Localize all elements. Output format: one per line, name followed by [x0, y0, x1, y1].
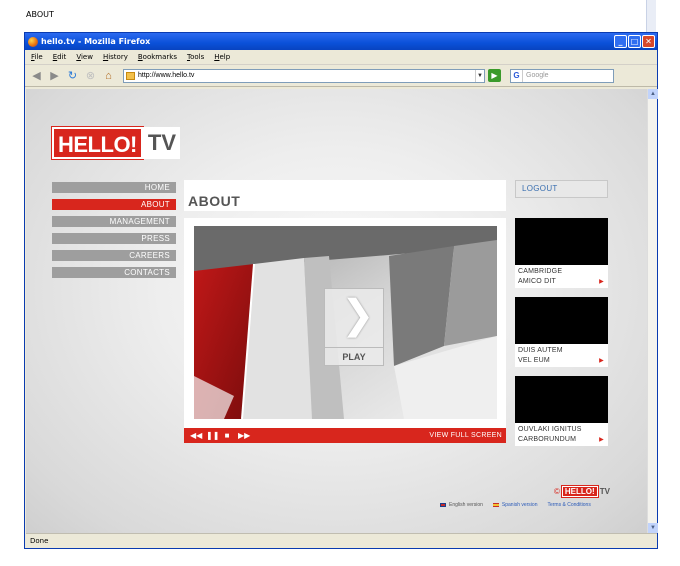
status-bar: Done — [26, 533, 657, 548]
url-dropdown-icon[interactable]: ▼ — [475, 69, 484, 82]
footer-logo-hello: HELLO! — [560, 485, 599, 498]
thumbnail-title-line2: AMICO DIT — [518, 278, 556, 285]
scroll-down-icon[interactable]: ▼ — [648, 523, 658, 533]
home-icon[interactable]: ⌂ — [101, 68, 116, 83]
reload-icon[interactable]: ↻ — [65, 68, 80, 83]
vertical-scrollbar[interactable]: ▲ ▼ — [647, 89, 658, 533]
video-thumbnail[interactable]: OUVLAKI IGNITUS CARBORUNDUM ▶ — [515, 376, 608, 446]
page-heading: ABOUT — [26, 10, 54, 19]
english-version-label: English version — [449, 502, 483, 508]
rewind-icon[interactable]: ◀◀ — [190, 431, 202, 441]
uk-flag-icon — [440, 502, 446, 507]
google-icon[interactable]: G — [511, 69, 523, 82]
fast-forward-icon[interactable]: ▶▶ — [238, 431, 250, 441]
menu-help[interactable]: Help — [214, 53, 230, 61]
forward-icon[interactable]: ▶ — [47, 68, 62, 83]
stop-playback-icon[interactable]: ■ — [222, 431, 232, 441]
footer-logo-tv: TV — [599, 487, 610, 496]
nav-item-contacts[interactable]: CONTACTS — [52, 267, 176, 278]
pause-icon[interactable]: ❚❚ — [206, 431, 219, 441]
thumbnail-image — [515, 218, 608, 265]
go-button[interactable]: ▶ — [488, 69, 501, 82]
footer-logo: © HELLO! TV — [554, 485, 610, 498]
close-button[interactable]: ✕ — [642, 35, 655, 48]
stop-icon[interactable]: ⊗ — [83, 68, 98, 83]
page-favicon-icon — [126, 71, 135, 80]
video-player: ❯ PLAY ◀◀ ❚❚ ■ ▶▶ VIEW FULL SCREEN — [184, 218, 506, 443]
address-bar[interactable]: http://www.hello.tv ▼ — [123, 68, 485, 83]
nav-item-home[interactable]: HOME — [52, 182, 176, 193]
logout-button[interactable]: LOGOUT — [515, 180, 608, 198]
url-text: http://www.hello.tv — [138, 72, 195, 79]
nav-item-about[interactable]: ABOUT — [52, 199, 176, 210]
player-controls: ◀◀ ❚❚ ■ ▶▶ VIEW FULL SCREEN — [184, 428, 506, 443]
play-button[interactable]: ❯ PLAY — [324, 288, 384, 366]
navigation-toolbar: ◀ ▶ ↻ ⊗ ⌂ http://www.hello.tv ▼ ▶ G Goog… — [25, 65, 657, 87]
thumbnail-title-line1: OUVLAKI IGNITUS — [518, 426, 582, 433]
thumbnail-title-line1: DUIS AUTEM — [518, 347, 563, 354]
thumbnail-title-line1: CAMBRIDGE — [518, 268, 563, 275]
arrow-right-icon[interactable]: ▶ — [599, 356, 604, 366]
menu-view[interactable]: View — [76, 53, 93, 61]
thumbnail-image — [515, 376, 608, 423]
status-text: Done — [30, 537, 49, 545]
section-title: ABOUT — [188, 193, 241, 209]
main-nav: HOME ABOUT MANAGEMENT PRESS CAREERS CONT… — [52, 182, 176, 284]
page-viewport: HELLO! TV HOME ABOUT MANAGEMENT PRESS CA… — [26, 89, 647, 533]
nav-item-press[interactable]: PRESS — [52, 233, 176, 244]
video-thumbnail[interactable]: CAMBRIDGE AMICO DIT ▶ — [515, 218, 608, 288]
nav-item-management[interactable]: MANAGEMENT — [52, 216, 176, 227]
search-placeholder: Google — [526, 72, 549, 79]
spanish-version-label: Spanish version — [501, 502, 538, 508]
menu-file[interactable]: File — [31, 53, 43, 61]
play-chevron-icon: ❯ — [341, 293, 375, 337]
maximize-button[interactable]: □ — [628, 35, 641, 48]
nav-item-careers[interactable]: CAREERS — [52, 250, 176, 261]
thumbnail-title-line2: VEL EUM — [518, 357, 550, 364]
search-input[interactable]: G Google — [510, 68, 614, 83]
thumbnail-title-line2: CARBORUNDUM — [518, 436, 577, 443]
firefox-icon — [28, 36, 38, 47]
copyright-symbol: © — [554, 487, 560, 496]
menu-bookmarks[interactable]: Bookmarks — [138, 53, 177, 61]
menu-tools[interactable]: Tools — [187, 53, 204, 61]
video-frame[interactable]: ❯ PLAY — [194, 226, 497, 419]
browser-window: hello.tv - Mozilla Firefox _ □ ✕ File Ed… — [24, 32, 658, 549]
title-bar: hello.tv - Mozilla Firefox _ □ ✕ — [25, 33, 657, 50]
logo-tv-text: TV — [142, 127, 181, 159]
menu-edit[interactable]: Edit — [53, 53, 67, 61]
arrow-right-icon[interactable]: ▶ — [599, 435, 604, 445]
menu-bar: File Edit View History Bookmarks Tools H… — [25, 50, 657, 65]
spain-flag-icon — [492, 502, 499, 507]
english-version-link[interactable]: English version — [440, 502, 483, 508]
window-title: hello.tv - Mozilla Firefox — [41, 37, 151, 46]
minimize-button[interactable]: _ — [614, 35, 627, 48]
view-full-screen-link[interactable]: VIEW FULL SCREEN — [429, 432, 502, 439]
terms-link[interactable]: Terms & Conditions — [547, 502, 590, 508]
thumbnail-image — [515, 297, 608, 344]
spanish-version-link[interactable]: Spanish version — [492, 502, 538, 508]
logo-hello-text: HELLO! — [51, 126, 144, 160]
video-thumbnail[interactable]: DUIS AUTEM VEL EUM ▶ — [515, 297, 608, 367]
footer-links: English version Spanish version Terms & … — [440, 502, 591, 508]
section-header: ABOUT — [184, 180, 506, 211]
play-label: PLAY — [325, 347, 383, 365]
menu-history[interactable]: History — [103, 53, 128, 61]
hello-tv-logo[interactable]: HELLO! TV — [51, 126, 181, 160]
arrow-right-icon[interactable]: ▶ — [599, 277, 604, 287]
scroll-up-icon[interactable]: ▲ — [648, 89, 658, 99]
back-icon[interactable]: ◀ — [29, 68, 44, 83]
